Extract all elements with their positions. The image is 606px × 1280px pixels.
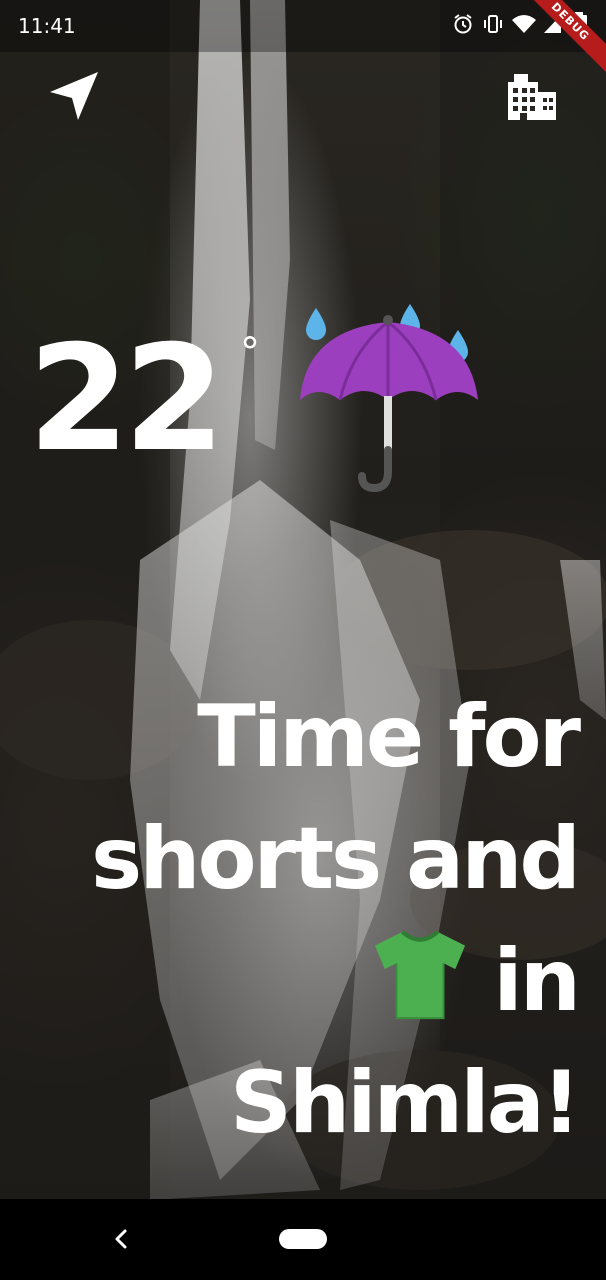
- city-button[interactable]: [502, 66, 562, 126]
- location-arrow-icon: [50, 72, 98, 120]
- umbrella-with-rain-icon: [300, 304, 478, 493]
- wifi-icon: [512, 15, 536, 33]
- message-line-4: Shimla!: [230, 1053, 581, 1153]
- status-bar: 11:41 58: [0, 0, 606, 52]
- clothing-message: Time for shorts and in Shimla!: [38, 676, 581, 1164]
- vibrate-icon: [484, 15, 502, 33]
- message-line-2: shorts and: [91, 809, 581, 909]
- app-screen: 11:41 58 DEBUG: [0, 0, 606, 1280]
- status-time: 11:41: [18, 14, 76, 38]
- message-line-1: Time for: [197, 687, 581, 787]
- navigation-bar: [0, 1199, 606, 1280]
- city-buildings-icon: [508, 74, 556, 120]
- degree-symbol: °: [240, 330, 260, 376]
- alarm-icon: [454, 14, 472, 34]
- t-shirt-icon: [375, 930, 466, 1020]
- chevron-left-icon: [115, 1229, 127, 1249]
- message-line-3-text: in: [493, 931, 581, 1031]
- message-line-3: in: [38, 920, 581, 1042]
- temperature-value: 22: [28, 314, 225, 484]
- back-button[interactable]: [106, 1223, 136, 1255]
- location-button[interactable]: [44, 66, 104, 126]
- home-pill-icon[interactable]: [279, 1229, 327, 1249]
